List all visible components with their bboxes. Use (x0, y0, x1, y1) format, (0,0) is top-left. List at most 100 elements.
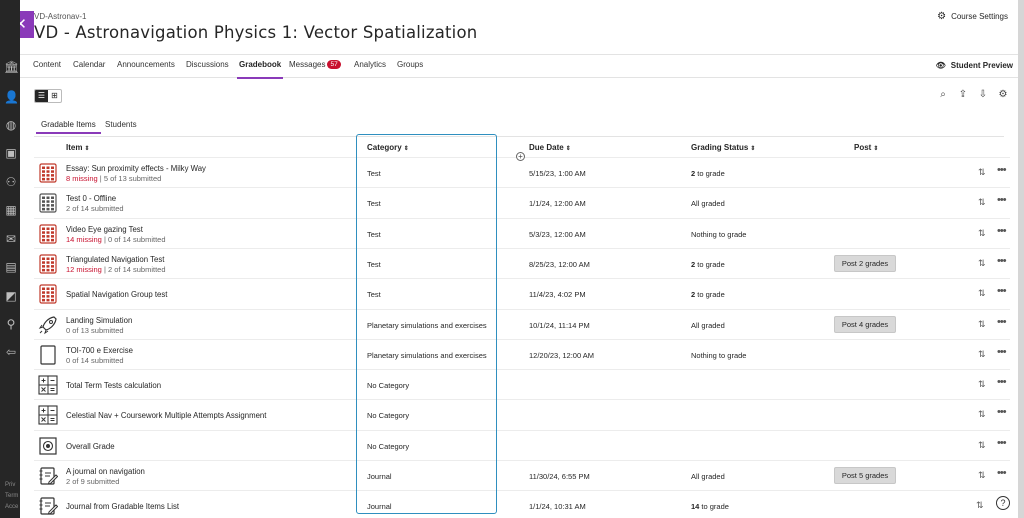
table-row[interactable]: Essay: Sun proximity effects - Milky Way… (34, 157, 1010, 187)
download-icon[interactable]: ⇩ (976, 89, 990, 100)
grading-status-cell[interactable]: 14 to grade (691, 502, 729, 511)
tab-discussions[interactable]: Discussions (186, 60, 229, 69)
item-name-link[interactable]: Video Eye gazing Test (66, 225, 143, 234)
item-name-link[interactable]: Total Term Tests calculation (66, 381, 161, 390)
item-name-link[interactable]: Test 0 - Offline (66, 194, 116, 203)
table-row[interactable]: Landing Simulation 0 of 13 submitted Plane… (34, 308, 1010, 339)
accessibility-link[interactable]: Acce (5, 504, 18, 510)
grading-status-cell[interactable]: 2 to grade (691, 260, 725, 269)
courses-icon[interactable]: ▣ (4, 146, 18, 160)
add-column-icon[interactable]: + (516, 152, 525, 161)
reorder-icon[interactable]: ⇅ (978, 197, 986, 208)
grading-status-cell[interactable]: 2 to grade (691, 169, 725, 178)
users-icon[interactable]: ⚲ (4, 317, 18, 331)
gradebook-settings-icon[interactable]: ⚙ (996, 89, 1010, 100)
more-options-icon[interactable]: ••• (997, 376, 1007, 388)
post-grades-button[interactable]: Post 2 grades (834, 254, 896, 272)
course-settings-button[interactable]: ⚙ Course Settings (937, 11, 1008, 22)
student-preview-button[interactable]: 👁 Student Preview (936, 61, 1013, 70)
table-row[interactable]: Spatial Navigation Group test Test 11/4/23… (34, 278, 1010, 308)
table-row[interactable]: Celestial Nav + Coursework Multiple Atte… (34, 399, 1010, 429)
export-icon[interactable]: ⇪ (956, 89, 970, 100)
item-name-link[interactable]: Celestial Nav + Coursework Multiple Atte… (66, 411, 266, 420)
reorder-icon[interactable]: ⇅ (978, 440, 986, 451)
table-row[interactable]: Journal from Gradable Items List Journal 1… (34, 490, 1010, 518)
grading-status-cell[interactable]: 2 to grade (691, 290, 725, 299)
tab-gradable-items[interactable]: Gradable Items (36, 120, 101, 134)
calendar-icon[interactable]: ▦ (4, 203, 18, 217)
due-date-cell: 1/1/24, 12:00 AM (529, 199, 586, 209)
more-options-icon[interactable]: ••• (997, 285, 1007, 297)
column-header-grading-status[interactable]: Grading Status ⇕ (691, 143, 755, 152)
table-row[interactable]: A journal on navigation 2 of 9 submitted J… (34, 460, 1010, 490)
list-view-icon[interactable]: ☰ (35, 90, 48, 102)
table-row[interactable]: Video Eye gazing Test 14 missing | 0 of 1… (34, 217, 1010, 248)
item-name-link[interactable]: TOI-700 e Exercise (66, 346, 133, 355)
table-row[interactable]: Test 0 - Offline 2 of 14 submitted Test 1/1… (34, 187, 1010, 217)
item-name-link[interactable]: Landing Simulation (66, 316, 132, 325)
profile-icon[interactable]: 👤 (4, 90, 19, 104)
reorder-icon[interactable]: ⇅ (978, 409, 986, 420)
tab-gradebook[interactable]: Gradebook (236, 60, 284, 79)
item-name-link[interactable]: Journal from Gradable Items List (66, 502, 179, 511)
institution-icon[interactable]: 🏛 (4, 60, 19, 74)
terms-link[interactable]: Term (5, 493, 18, 499)
reorder-icon[interactable]: ⇅ (978, 379, 986, 390)
item-name-link[interactable]: Overall Grade (66, 442, 115, 451)
due-date-cell: 5/15/23, 1:00 AM (529, 169, 586, 178)
column-header-item[interactable]: Item ⇕ (66, 143, 89, 152)
grid-view-icon[interactable]: ⊞ (48, 90, 61, 102)
missing-count[interactable]: 12 missing (66, 265, 102, 274)
tab-messages[interactable]: Messages 57 (289, 60, 341, 69)
item-name-link[interactable]: Essay: Sun proximity effects - Milky Way (66, 164, 206, 173)
tools-icon[interactable]: ◩ (4, 289, 18, 303)
reorder-icon[interactable]: ⇅ (976, 500, 984, 511)
tab-content[interactable]: Content (33, 60, 61, 69)
column-header-category[interactable]: Category ⇕ (367, 143, 409, 152)
tab-announcements[interactable]: Announcements (117, 60, 175, 69)
reorder-icon[interactable]: ⇅ (978, 470, 986, 481)
missing-count[interactable]: 8 missing (66, 174, 98, 183)
post-grades-button[interactable]: Post 4 grades (834, 315, 896, 333)
reorder-icon[interactable]: ⇅ (978, 228, 986, 239)
post-grades-button[interactable]: Post 5 grades (834, 467, 896, 484)
more-options-icon[interactable]: ••• (997, 346, 1007, 358)
globe-icon[interactable]: ◍ (4, 118, 18, 132)
reorder-icon[interactable]: ⇅ (978, 319, 986, 330)
reorder-icon[interactable]: ⇅ (978, 258, 986, 269)
reorder-icon[interactable]: ⇅ (978, 167, 986, 178)
column-header-due-date[interactable]: Due Date ⇕ (529, 143, 571, 152)
reorder-icon[interactable]: ⇅ (978, 288, 986, 299)
more-options-icon[interactable]: ••• (997, 225, 1007, 237)
item-name-link[interactable]: A journal on navigation (66, 467, 145, 476)
search-grades-icon[interactable]: ⌕ (936, 89, 950, 100)
sign-out-icon[interactable]: ⇦ (4, 345, 18, 359)
organizations-icon[interactable]: ⚇ (4, 175, 18, 189)
scroll-track[interactable] (1018, 0, 1024, 518)
table-row[interactable]: TOI-700 e Exercise 0 of 14 submitted Plane… (34, 338, 1010, 369)
help-icon[interactable]: ? (996, 496, 1010, 510)
more-options-icon[interactable]: ••• (997, 194, 1007, 206)
reorder-icon[interactable]: ⇅ (978, 349, 986, 360)
tab-groups[interactable]: Groups (397, 60, 423, 69)
grades-icon[interactable]: ▤ (4, 260, 18, 274)
table-row[interactable]: Overall Grade No Category ⇅ ••• (34, 429, 1010, 460)
item-name-link[interactable]: Spatial Navigation Group test (66, 290, 167, 299)
item-name-link[interactable]: Triangulated Navigation Test (66, 255, 164, 264)
tab-calendar[interactable]: Calendar (73, 60, 105, 69)
tab-students[interactable]: Students (105, 120, 137, 129)
table-row[interactable]: Total Term Tests calculation No Category ⇅… (34, 369, 1010, 399)
missing-count[interactable]: 14 missing (66, 235, 102, 244)
more-options-icon[interactable]: ••• (997, 164, 1007, 176)
more-options-icon[interactable]: ••• (997, 467, 1007, 479)
close-icon[interactable]: ✕ (20, 11, 34, 38)
privacy-link[interactable]: Priv (5, 482, 15, 488)
more-options-icon[interactable]: ••• (997, 406, 1007, 418)
more-options-icon[interactable]: ••• (997, 255, 1007, 267)
messages-icon[interactable]: ✉ (4, 232, 18, 246)
tab-analytics[interactable]: Analytics (354, 60, 386, 69)
table-row[interactable]: Triangulated Navigation Test 12 missing |… (34, 247, 1010, 278)
more-options-icon[interactable]: ••• (997, 437, 1007, 449)
more-options-icon[interactable]: ••• (997, 316, 1007, 328)
column-header-post[interactable]: Post ⇕ (854, 143, 878, 152)
